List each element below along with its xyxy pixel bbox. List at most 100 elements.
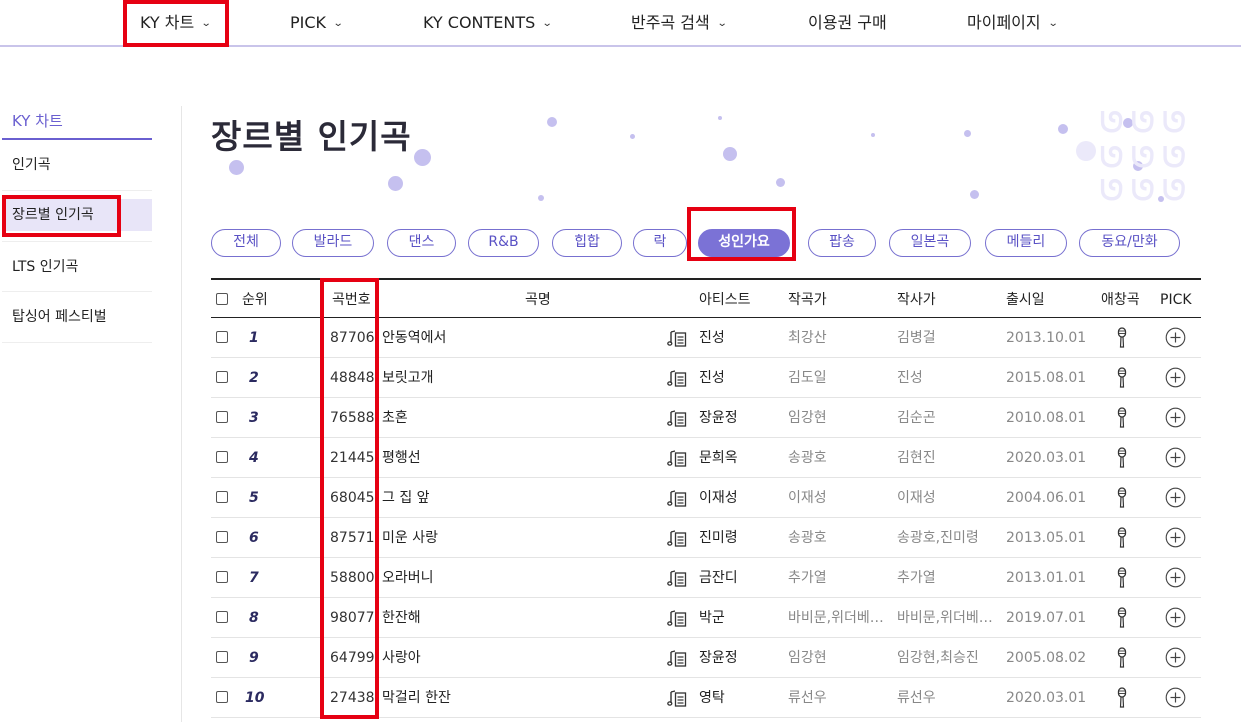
- microphone-icon[interactable]: [1116, 367, 1128, 389]
- tab-dance[interactable]: 댄스: [387, 229, 456, 257]
- artist[interactable]: 금잔디: [699, 558, 738, 598]
- rank: 10: [245, 690, 265, 706]
- nav-ticket-purchase[interactable]: 이용권 구매: [808, 0, 887, 46]
- release-date: 2005.08.02: [1006, 650, 1087, 666]
- tab-adult-pop[interactable]: 성인가요: [698, 229, 790, 257]
- microphone-icon[interactable]: [1116, 607, 1128, 629]
- artist[interactable]: 진성: [699, 358, 725, 398]
- release-date: 2010.08.01: [1006, 410, 1087, 426]
- tab-all[interactable]: 전체: [211, 229, 281, 257]
- song-title[interactable]: 평행선: [382, 438, 421, 478]
- song-title[interactable]: 그 집 앞: [382, 478, 430, 518]
- artist[interactable]: 박군: [699, 598, 725, 638]
- header-number: 곡번호: [332, 292, 371, 308]
- artist[interactable]: 영탁: [699, 678, 725, 718]
- microphone-icon[interactable]: [1116, 407, 1128, 429]
- lyrics-icon[interactable]: [667, 570, 687, 588]
- lyrics-icon[interactable]: [667, 690, 687, 708]
- lyrics-icon[interactable]: [667, 610, 687, 628]
- add-pick-icon[interactable]: [1165, 367, 1186, 388]
- song-title[interactable]: 보릿고개: [382, 358, 434, 398]
- add-pick-icon[interactable]: [1165, 647, 1186, 668]
- song-title[interactable]: 미운 사랑: [382, 518, 438, 558]
- microphone-icon[interactable]: [1116, 447, 1128, 469]
- header-rank: 순위: [242, 292, 268, 308]
- tab-ballad[interactable]: 발라드: [292, 229, 374, 257]
- microphone-icon[interactable]: [1116, 687, 1128, 709]
- tab-hiphop[interactable]: 힙합: [552, 229, 622, 257]
- artist[interactable]: 장윤정: [699, 638, 738, 678]
- composer: 임강현: [788, 650, 827, 666]
- lyrics-icon[interactable]: [667, 370, 687, 388]
- release-date: 2013.10.01: [1006, 330, 1087, 346]
- nav-pick[interactable]: PICK ⌄: [290, 0, 344, 46]
- add-pick-icon[interactable]: [1165, 527, 1186, 548]
- sidebar-item-lts-popular[interactable]: LTS 인기곡: [2, 241, 152, 292]
- sidebar-item-genre-popular[interactable]: 장르별 인기곡: [2, 199, 152, 231]
- row-checkbox[interactable]: [216, 691, 228, 703]
- nav-ky-contents[interactable]: KY CONTENTS ⌄: [423, 0, 553, 46]
- row-checkbox[interactable]: [216, 571, 228, 583]
- artist[interactable]: 장윤정: [699, 398, 738, 438]
- lyrics-icon[interactable]: [667, 490, 687, 508]
- song-title[interactable]: 한잔해: [382, 598, 421, 638]
- lyrics-icon[interactable]: [667, 410, 687, 428]
- microphone-icon[interactable]: [1116, 647, 1128, 669]
- select-all-checkbox[interactable]: [216, 293, 228, 305]
- add-pick-icon[interactable]: [1165, 327, 1186, 348]
- nav-mypage[interactable]: 마이페이지 ⌄: [967, 0, 1058, 46]
- song-title[interactable]: 막걸리 한잔: [382, 678, 451, 718]
- song-number: 87571: [330, 530, 375, 546]
- tab-japanese[interactable]: 일본곡: [889, 229, 971, 257]
- song-table: 순위 곡번호 곡명 아티스트 작곡가 작사가 출시일 애창곡 PICK 1 877…: [211, 278, 1201, 718]
- row-checkbox[interactable]: [216, 531, 228, 543]
- row-checkbox[interactable]: [216, 651, 228, 663]
- add-pick-icon[interactable]: [1165, 687, 1186, 708]
- artist[interactable]: 진성: [699, 318, 725, 358]
- row-checkbox[interactable]: [216, 611, 228, 623]
- lyrics-icon[interactable]: [667, 330, 687, 348]
- composer: 이재성: [788, 490, 827, 506]
- rank: 6: [249, 530, 259, 546]
- nav-ky-chart[interactable]: KY 차트 ⌄: [140, 0, 212, 46]
- tab-medley[interactable]: 메들리: [985, 229, 1067, 257]
- lyrics-icon[interactable]: [667, 650, 687, 668]
- rank: 5: [249, 490, 259, 506]
- microphone-icon[interactable]: [1116, 487, 1128, 509]
- song-title[interactable]: 초혼: [382, 398, 408, 438]
- add-pick-icon[interactable]: [1165, 567, 1186, 588]
- tab-kids-anime[interactable]: 동요/만화: [1079, 229, 1180, 257]
- microphone-icon[interactable]: [1116, 567, 1128, 589]
- artist[interactable]: 진미령: [699, 518, 738, 558]
- tab-rock[interactable]: 락: [633, 229, 687, 257]
- sidebar-item-topsinger-festival[interactable]: 탑싱어 페스티벌: [2, 292, 152, 343]
- rank: 9: [249, 650, 259, 666]
- microphone-icon[interactable]: [1116, 527, 1128, 549]
- add-pick-icon[interactable]: [1165, 407, 1186, 428]
- header-artist: 아티스트: [699, 292, 751, 308]
- song-title[interactable]: 오라버니: [382, 558, 434, 598]
- lyrics-icon[interactable]: [667, 530, 687, 548]
- microphone-icon[interactable]: [1116, 327, 1128, 349]
- song-title[interactable]: 안동역에서: [382, 318, 446, 358]
- song-number: 27438: [330, 690, 375, 706]
- sidebar-item-popular[interactable]: 인기곡: [2, 140, 152, 191]
- row-checkbox[interactable]: [216, 371, 228, 383]
- row-checkbox[interactable]: [216, 331, 228, 343]
- row-checkbox[interactable]: [216, 411, 228, 423]
- tab-pop-song[interactable]: 팝송: [808, 229, 876, 257]
- artist[interactable]: 이재성: [699, 478, 738, 518]
- artist[interactable]: 문희옥: [699, 438, 738, 478]
- row-checkbox[interactable]: [216, 491, 228, 503]
- add-pick-icon[interactable]: [1165, 487, 1186, 508]
- song-title[interactable]: 사랑아: [382, 638, 421, 678]
- tab-rnb[interactable]: R&B: [468, 229, 539, 257]
- add-pick-icon[interactable]: [1165, 607, 1186, 628]
- lyrics-icon[interactable]: [667, 450, 687, 468]
- add-pick-icon[interactable]: [1165, 447, 1186, 468]
- release-date: 2020.03.01: [1006, 690, 1087, 706]
- row-checkbox[interactable]: [216, 451, 228, 463]
- nav-song-search[interactable]: 반주곡 검색 ⌄: [631, 0, 727, 46]
- rank: 7: [249, 570, 259, 586]
- sidebar-title[interactable]: KY 차트: [2, 106, 152, 140]
